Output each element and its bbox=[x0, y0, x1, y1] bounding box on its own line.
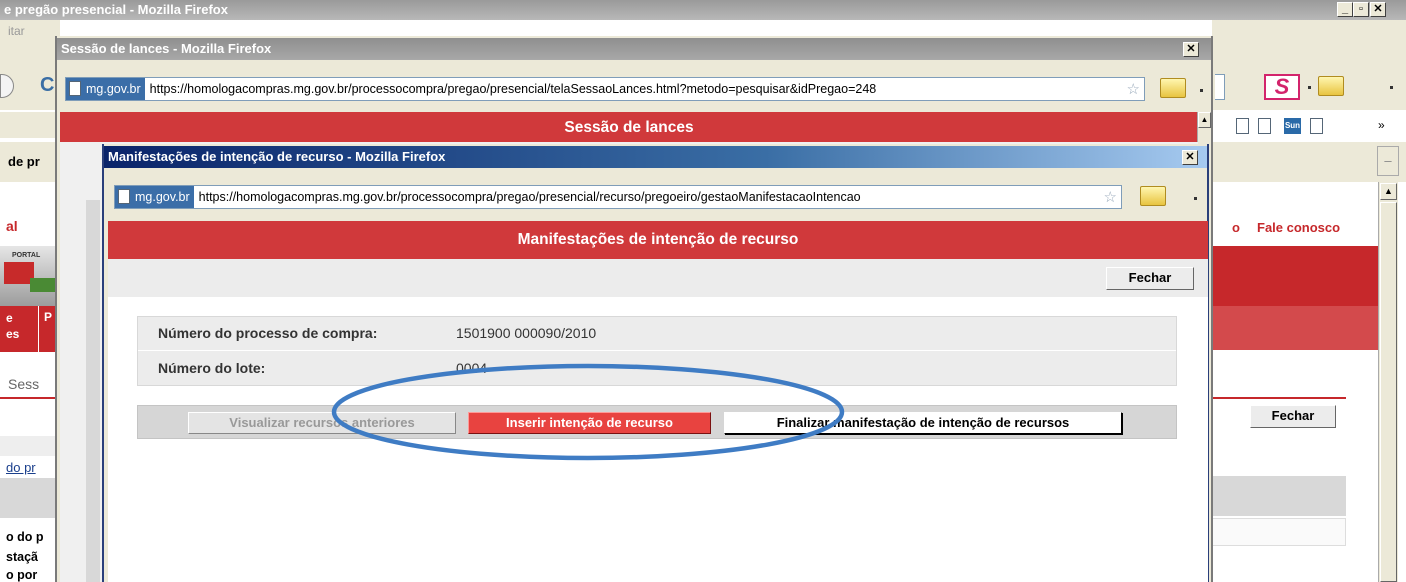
annotation-ellipse bbox=[331, 363, 845, 461]
front-top-strip bbox=[108, 259, 1208, 297]
maximize-icon[interactable]: ▫ bbox=[1353, 2, 1369, 17]
page-icon[interactable] bbox=[1236, 118, 1249, 134]
mid-window-title: Sessão de lances - Mozilla Firefox bbox=[61, 41, 272, 56]
portal-logo-text: PORTAL bbox=[12, 252, 41, 259]
back-menubar: itar bbox=[0, 20, 60, 42]
back-toolbar-right bbox=[1212, 20, 1406, 110]
dot-icon bbox=[1200, 89, 1203, 92]
dot-icon bbox=[1194, 197, 1197, 200]
mid-url-text[interactable]: https://homologacompras.mg.gov.br/proces… bbox=[150, 82, 877, 96]
back-row-outline bbox=[1212, 518, 1346, 546]
back-red-line bbox=[1212, 397, 1346, 399]
close-icon[interactable]: ✕ bbox=[1370, 2, 1386, 17]
field-value-processo: 1501900 000090/2010 bbox=[456, 325, 597, 341]
star-icon[interactable]: ☆ bbox=[1104, 188, 1117, 206]
front-header: Manifestações de intenção de recurso bbox=[108, 221, 1208, 259]
back-row-3: o por bbox=[6, 568, 38, 582]
front-identity-label: mg.gov.br bbox=[135, 190, 190, 204]
search-oval-icon[interactable] bbox=[1215, 74, 1225, 100]
scroll-up-icon[interactable]: ▲ bbox=[1198, 112, 1211, 128]
sun-icon[interactable]: Sun bbox=[1284, 118, 1301, 134]
back-red-band bbox=[1212, 246, 1378, 306]
front-window-title: Manifestações de intenção de recurso - M… bbox=[108, 149, 446, 164]
mid-url-bar[interactable]: mg.gov.br https://homologacompras.mg.gov… bbox=[65, 77, 1145, 101]
back-section-line bbox=[0, 397, 60, 399]
folder-icon[interactable] bbox=[1160, 78, 1186, 98]
mid-header: Sessão de lances bbox=[60, 112, 1198, 142]
mid-site-identity[interactable]: mg.gov.br bbox=[66, 78, 145, 100]
mid-window-titlebar: Sessão de lances - Mozilla Firefox bbox=[57, 38, 1211, 60]
annotation-ellipse-shape bbox=[331, 363, 845, 461]
mid-header-title: Sessão de lances bbox=[564, 119, 694, 136]
back-tab-strip: de pr bbox=[0, 142, 60, 182]
back-nav-divider bbox=[38, 306, 39, 352]
star-icon[interactable]: ☆ bbox=[1127, 80, 1140, 98]
back-tab-scroll[interactable]: – bbox=[1377, 146, 1399, 176]
back-gray-block bbox=[0, 478, 60, 518]
front-window-titlebar: Manifestações de intenção de recurso - M… bbox=[104, 146, 1207, 168]
back-row-2: staçã bbox=[6, 550, 38, 564]
back-bookmarks bbox=[0, 112, 60, 138]
back-portal-fragment: al bbox=[6, 218, 18, 234]
back-fale-conosco-link[interactable]: Fale conosco bbox=[1257, 220, 1340, 235]
front-header-title: Manifestações de intenção de recurso bbox=[517, 231, 799, 248]
front-table-divider bbox=[138, 350, 1176, 351]
page-icon bbox=[69, 81, 81, 96]
front-url-text[interactable]: https://homologacompras.mg.gov.br/proces… bbox=[199, 190, 861, 204]
back-nav-fragment-2[interactable]: P bbox=[44, 310, 52, 324]
back-fale-fragment: o bbox=[1232, 220, 1240, 235]
page-icon[interactable] bbox=[1258, 118, 1271, 134]
back-fechar-button[interactable]: Fechar bbox=[1250, 405, 1336, 428]
page-icon bbox=[118, 189, 130, 204]
folder-icon[interactable] bbox=[1140, 186, 1166, 206]
close-icon[interactable]: ✕ bbox=[1182, 150, 1198, 165]
back-gray-bar bbox=[0, 436, 60, 456]
back-red-band-2 bbox=[1212, 306, 1378, 350]
field-label-lote: Número do lote: bbox=[158, 360, 266, 376]
back-vertical-scrollbar[interactable]: ▲ bbox=[1378, 182, 1398, 582]
front-url-bar[interactable]: mg.gov.br https://homologacompras.mg.gov… bbox=[114, 185, 1122, 209]
scroll-up-icon[interactable]: ▲ bbox=[1380, 183, 1397, 200]
back-nav-fragment-1[interactable]: e es bbox=[6, 310, 19, 342]
back-portal-logo: PORTAL bbox=[0, 246, 60, 306]
mid-left-strip bbox=[86, 200, 100, 582]
more-bookmarks-icon[interactable]: » bbox=[1378, 118, 1385, 132]
back-menu-fragment: itar bbox=[8, 24, 25, 38]
dot-icon bbox=[1390, 86, 1393, 89]
front-site-identity[interactable]: mg.gov.br bbox=[115, 186, 194, 208]
back-link-fragment[interactable]: do pr bbox=[6, 460, 36, 475]
back-gray-row bbox=[1212, 476, 1346, 516]
back-window-title: e pregão presencial - Mozilla Firefox bbox=[4, 2, 228, 17]
dot-icon bbox=[1308, 86, 1311, 89]
minimize-icon[interactable]: _ bbox=[1337, 2, 1353, 17]
back-c-icon[interactable]: C bbox=[40, 74, 54, 97]
close-icon[interactable]: ✕ bbox=[1183, 42, 1199, 57]
s-logo-icon[interactable]: S bbox=[1264, 74, 1300, 100]
back-row-1: o do p bbox=[6, 530, 44, 544]
mid-identity-label: mg.gov.br bbox=[86, 82, 141, 96]
page-icon[interactable] bbox=[1310, 118, 1323, 134]
front-fechar-button[interactable]: Fechar bbox=[1106, 267, 1194, 290]
back-window-titlebar: e pregão presencial - Mozilla Firefox bbox=[0, 0, 1406, 20]
scroll-thumb[interactable] bbox=[1380, 202, 1397, 582]
field-label-processo: Número do processo de compra: bbox=[158, 325, 378, 341]
back-tab-fragment: de pr bbox=[8, 154, 40, 169]
back-section-fragment: Sess bbox=[8, 376, 40, 392]
folder-icon[interactable] bbox=[1318, 76, 1344, 96]
